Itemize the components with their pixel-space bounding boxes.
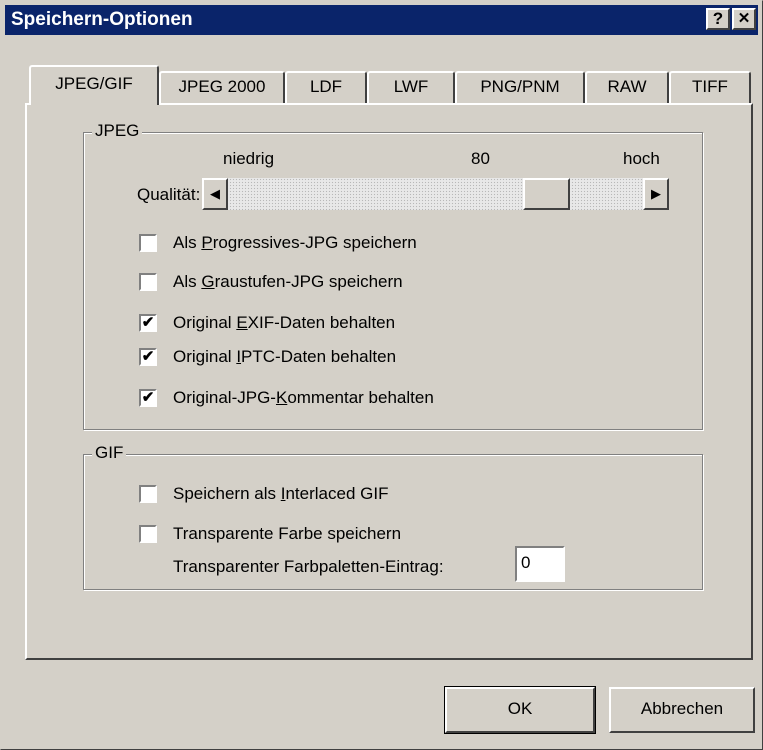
label-accelerator: P <box>201 233 213 252</box>
exif-checkbox[interactable]: ✔ <box>139 314 157 332</box>
help-button[interactable]: ? <box>706 8 730 30</box>
tab-label: RAW <box>607 77 647 96</box>
palette-entry-input[interactable]: 0 <box>515 546 565 582</box>
label-text: PTC-Daten behalten <box>241 347 397 366</box>
tab-lwf[interactable]: LWF <box>367 71 455 103</box>
label-text: Original <box>173 313 237 332</box>
tab-label: JPEG 2000 <box>178 77 266 96</box>
quality-high-label: hoch <box>623 149 660 168</box>
arrow-left-icon: ◀ <box>210 186 220 201</box>
tab-label: LDF <box>309 77 343 96</box>
tab-jpeg-gif[interactable]: JPEG/GIF <box>29 65 159 105</box>
tab-label: TIFF <box>692 77 728 96</box>
iptc-checkbox[interactable]: ✔ <box>139 348 157 366</box>
label-text: ommentar behalten <box>287 388 434 407</box>
label-text: Als <box>173 233 202 252</box>
transparent-color-label: Transparente Farbe speichern <box>173 524 402 543</box>
quality-value-label: 80 <box>471 149 490 168</box>
label-accelerator: K <box>275 388 288 407</box>
tab-jpeg-2000[interactable]: JPEG 2000 <box>159 71 285 103</box>
comment-checkbox[interactable]: ✔ <box>139 389 157 407</box>
tab-ldf[interactable]: LDF <box>285 71 367 103</box>
ok-button[interactable]: OK <box>444 686 596 734</box>
label-text: Original-JPG- <box>173 388 276 407</box>
window-title: Speichern-Optionen <box>11 9 193 30</box>
arrow-right-icon: ▶ <box>651 186 661 201</box>
quality-low-label: niedrig <box>223 149 275 168</box>
label-text: Original <box>173 347 237 366</box>
slider-right-button[interactable]: ▶ <box>643 178 669 210</box>
label-text: nterlaced GIF <box>285 484 389 503</box>
gif-legend: GIF <box>92 443 127 463</box>
tab-label: PNG/PNM <box>480 77 560 96</box>
interlaced-checkbox[interactable] <box>139 485 157 503</box>
dialog-window: Speichern-Optionen ? ✕ JPEG/GIF JPEG 200… <box>0 0 763 750</box>
tab-tiff[interactable]: TIFF <box>669 71 751 103</box>
jpeg-legend: JPEG <box>92 121 143 141</box>
tab-label: LWF <box>393 77 429 96</box>
slider-thumb[interactable] <box>523 178 570 210</box>
tab-png-pnm[interactable]: PNG/PNM <box>455 71 585 103</box>
comment-label: Original-JPG-Kommentar behalten <box>173 388 434 408</box>
tab-label: JPEG/GIF <box>55 74 133 93</box>
title-bar: Speichern-Optionen ? ✕ <box>5 5 758 35</box>
progressive-checkbox[interactable] <box>139 234 157 252</box>
quality-slider[interactable]: ◀ ▶ <box>202 178 669 210</box>
label-accelerator: G <box>201 272 215 291</box>
iptc-label: Original IPTC-Daten behalten <box>173 347 396 367</box>
interlaced-label: Speichern als Interlaced GIF <box>173 484 388 504</box>
tab-raw[interactable]: RAW <box>585 71 669 103</box>
grayscale-checkbox[interactable] <box>139 273 157 291</box>
label-text: Speichern als <box>173 484 281 503</box>
palette-entry-label: Transparenter Farbpaletten-Eintrag: <box>173 557 444 576</box>
quality-label: Qualität: <box>137 185 201 204</box>
exif-label: Original EXIF-Daten behalten <box>173 313 395 333</box>
cancel-button[interactable]: Abbrechen <box>609 687 755 733</box>
progressive-label: Als Progressives-JPG speichern <box>173 233 417 253</box>
transparent-color-checkbox[interactable] <box>139 525 157 543</box>
close-icon: ✕ <box>737 10 751 27</box>
close-button[interactable]: ✕ <box>732 8 756 30</box>
grayscale-label: Als Graustufen-JPG speichern <box>173 272 403 292</box>
label-text: rogressives-JPG speichern <box>212 233 417 252</box>
label-text: XIF-Daten behalten <box>247 313 396 332</box>
label-text: Als <box>173 272 202 291</box>
label-accelerator: E <box>236 313 248 332</box>
label-text: raustufen-JPG speichern <box>214 272 403 291</box>
slider-left-button[interactable]: ◀ <box>202 178 228 210</box>
